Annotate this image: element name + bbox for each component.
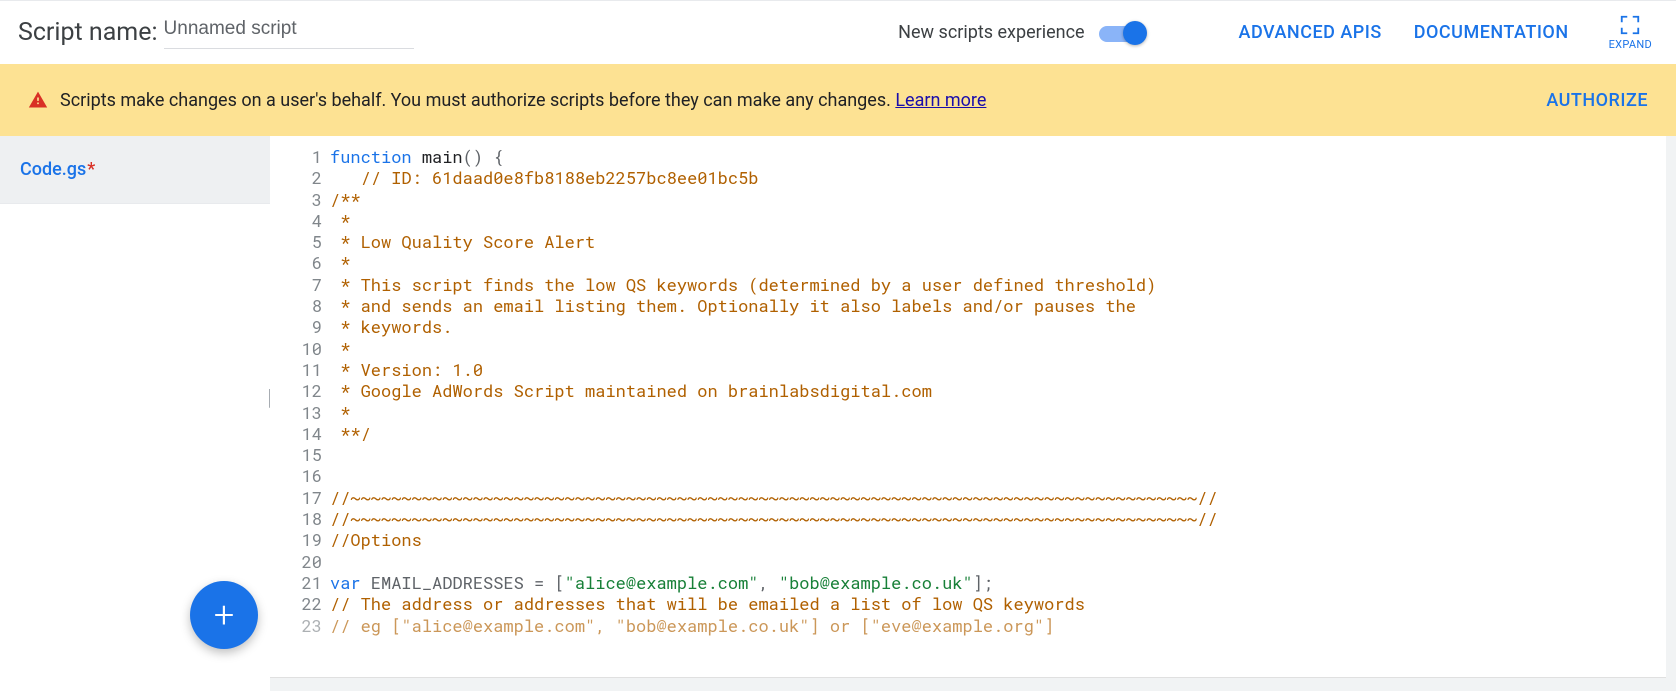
code-line[interactable]: //Options [330,529,1666,550]
warning-icon [28,90,48,110]
plus-icon: + [214,594,234,636]
file-item-code-gs[interactable]: Code.gs* [0,136,270,204]
learn-more-link[interactable]: Learn more [895,90,986,111]
banner-text: Scripts make changes on a user's behalf.… [60,90,895,111]
code-line[interactable]: var EMAIL_ADDRESSES = ["alice@example.co… [330,572,1666,593]
editor-pane: 1234567891011121314151617181920212223 fu… [270,136,1676,691]
line-gutter: 1234567891011121314151617181920212223 [270,146,330,677]
code-line[interactable]: * [330,252,1666,273]
horizontal-scrollbar[interactable] [270,677,1666,691]
code-line[interactable] [330,551,1666,572]
code-line[interactable]: * Google AdWords Script maintained on br… [330,380,1666,401]
expand-label: EXPAND [1609,38,1652,51]
code-line[interactable]: * This script finds the low QS keywords … [330,274,1666,295]
expand-button[interactable]: EXPAND [1609,14,1652,51]
code-line[interactable]: // The address or addresses that will be… [330,593,1666,614]
script-name-label: Script name: [18,18,158,47]
code-editor[interactable]: 1234567891011121314151617181920212223 fu… [270,136,1666,677]
authorize-button[interactable]: AUTHORIZE [1546,90,1648,111]
top-bar: Script name: New scripts experience ADVA… [0,0,1676,64]
code-line[interactable]: * [330,402,1666,423]
code-line[interactable] [330,465,1666,486]
new-file-fab[interactable]: + [190,581,258,649]
main-area: Code.gs* || + 12345678910111213141516171… [0,136,1676,691]
code-line[interactable]: function main() { [330,146,1666,167]
code-line[interactable]: **/ [330,423,1666,444]
advanced-apis-link[interactable]: ADVANCED APIS [1239,22,1382,43]
expand-icon [1619,14,1641,36]
documentation-link[interactable]: DOCUMENTATION [1414,22,1569,43]
code-line[interactable]: //~~~~~~~~~~~~~~~~~~~~~~~~~~~~~~~~~~~~~~… [330,508,1666,529]
code-line[interactable]: * [330,338,1666,359]
script-name-input[interactable] [164,16,414,49]
file-sidebar: Code.gs* || + [0,136,270,691]
code-line[interactable]: * Low Quality Score Alert [330,231,1666,252]
authorize-banner: Scripts make changes on a user's behalf.… [0,64,1676,136]
code-line[interactable]: * Version: 1.0 [330,359,1666,380]
new-experience-toggle[interactable] [1099,23,1147,43]
file-name-label: Code.gs [20,159,86,180]
code-line[interactable]: // eg ["alice@example.com", "bob@example… [330,615,1666,636]
code-content[interactable]: function main() { // ID: 61daad0e8fb8188… [330,146,1666,677]
toggle-label: New scripts experience [898,22,1084,43]
code-line[interactable]: /** [330,189,1666,210]
code-line[interactable] [330,444,1666,465]
code-line[interactable]: * and sends an email listing them. Optio… [330,295,1666,316]
code-line[interactable]: //~~~~~~~~~~~~~~~~~~~~~~~~~~~~~~~~~~~~~~… [330,487,1666,508]
code-line[interactable]: * [330,210,1666,231]
code-line[interactable]: * keywords. [330,316,1666,337]
modified-indicator: * [87,159,95,180]
code-line[interactable]: // ID: 61daad0e8fb8188eb2257bc8ee01bc5b [330,167,1666,188]
